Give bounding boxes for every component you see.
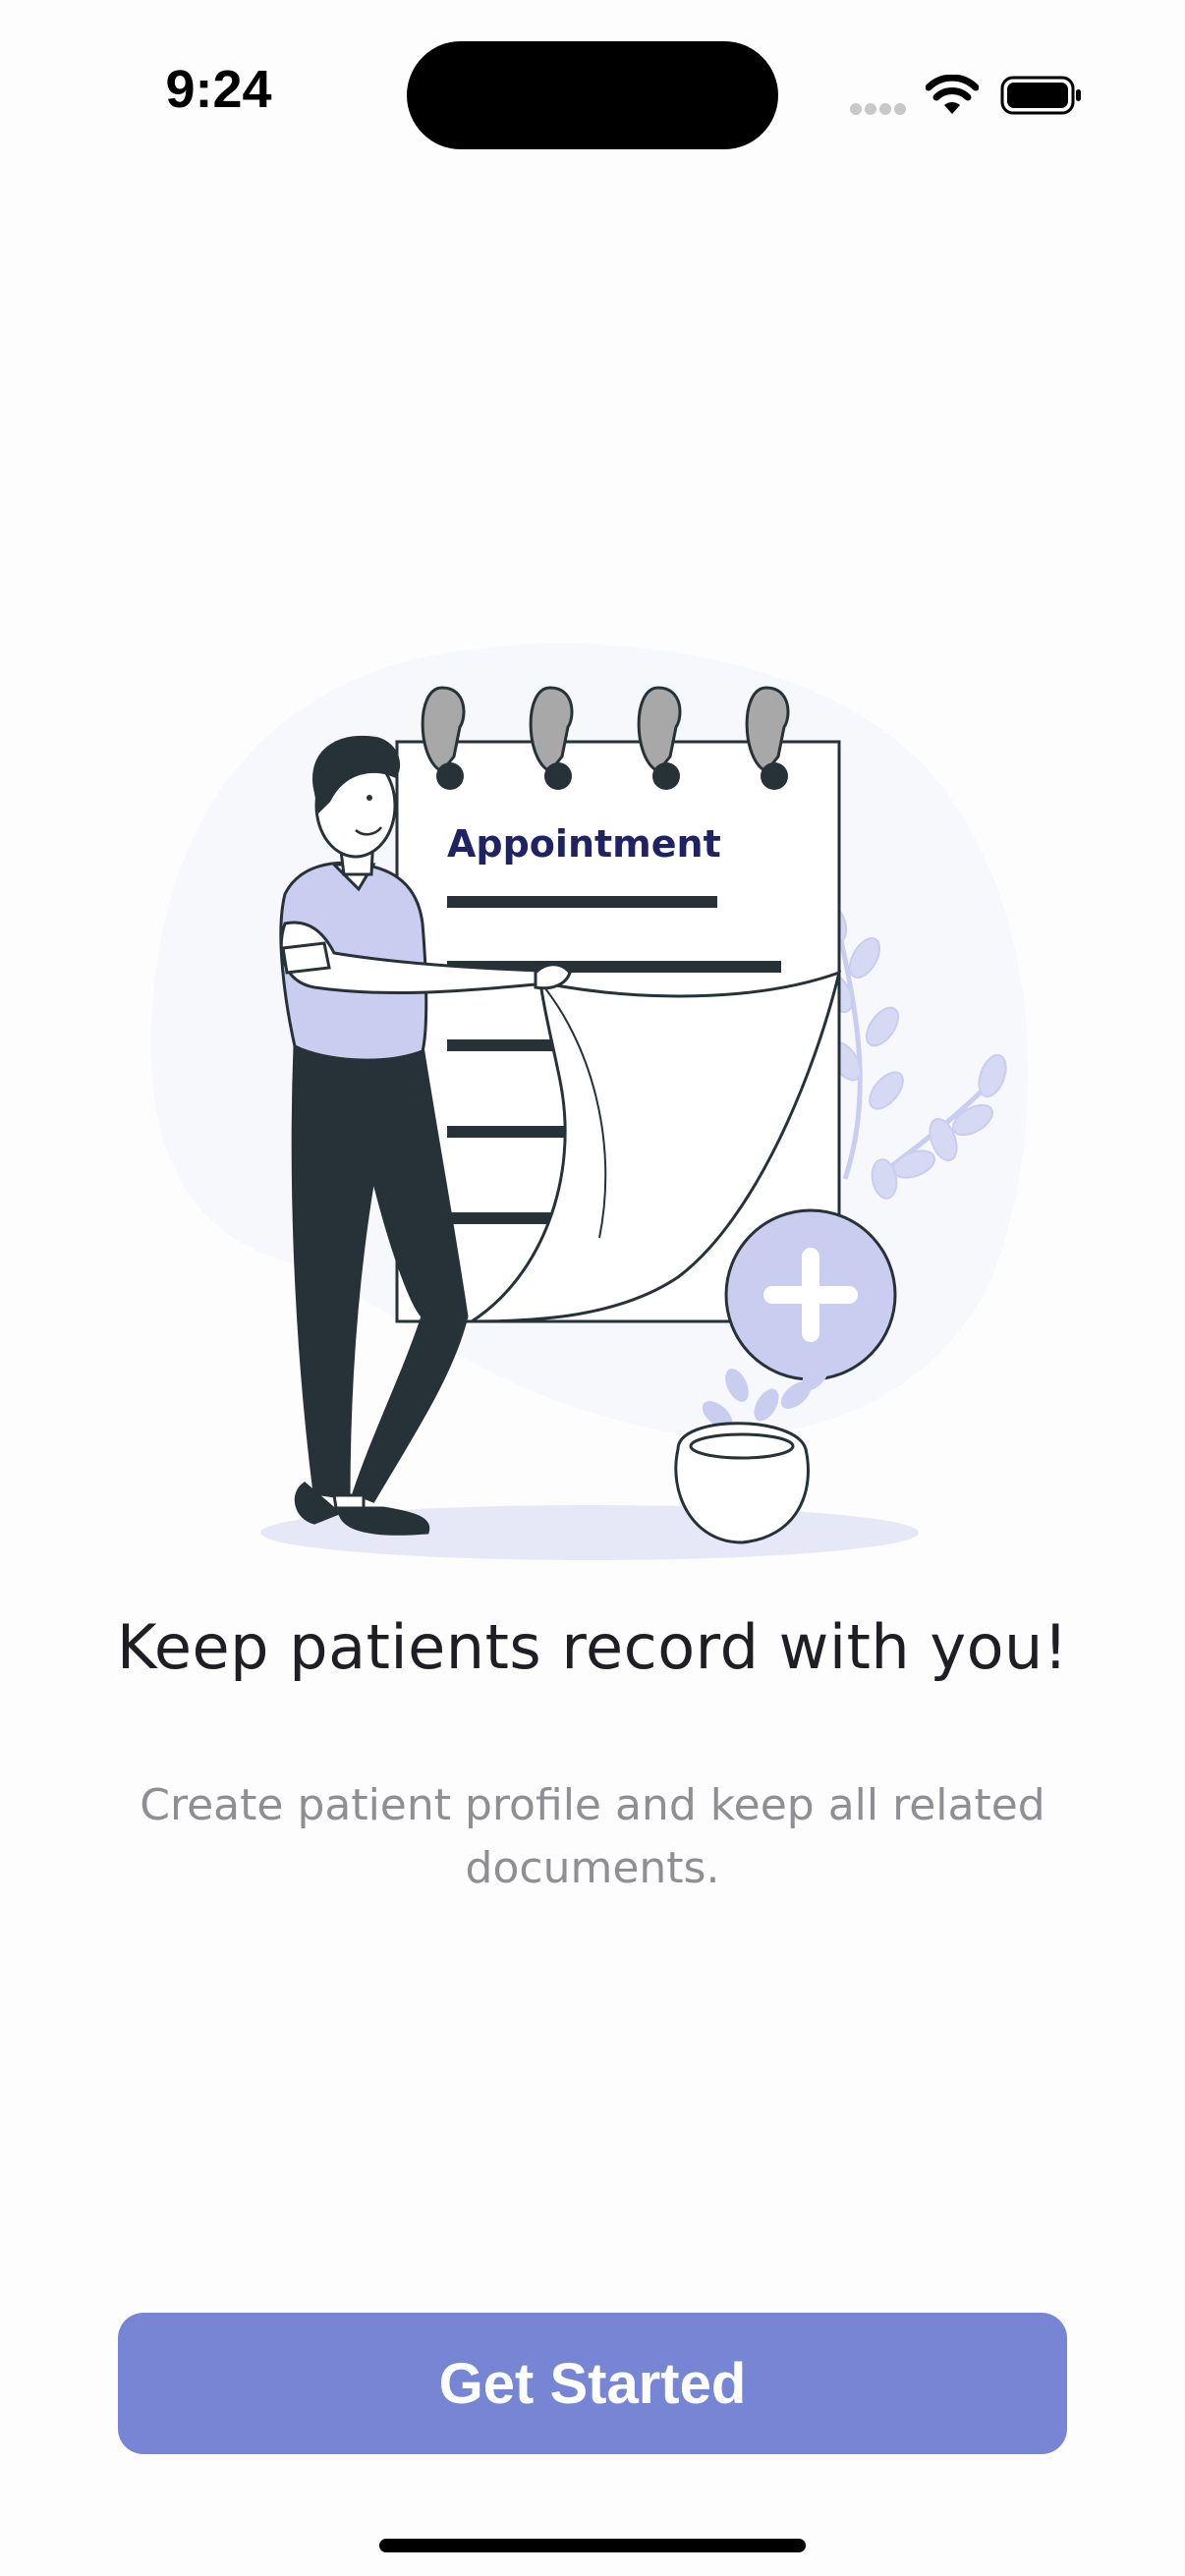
onboarding-description: Create patient profile and keep all rela… [140,1780,1045,1893]
dynamic-island [407,41,778,149]
cellular-signal-icon [850,103,906,115]
status-bar: 9:24 [0,0,1185,196]
notebook-title: Appointment [447,822,721,866]
battery-icon [1000,76,1081,115]
get-started-button[interactable]: Get Started [118,2313,1067,2454]
wifi-icon [926,75,979,114]
status-time: 9:24 [165,60,272,119]
add-plus-icon [724,1208,897,1381]
home-indicator[interactable] [379,2539,806,2552]
onboarding-illustration: Appointment [150,644,1029,1560]
onboarding-headline: Keep patients record with you! [116,1611,1069,1683]
